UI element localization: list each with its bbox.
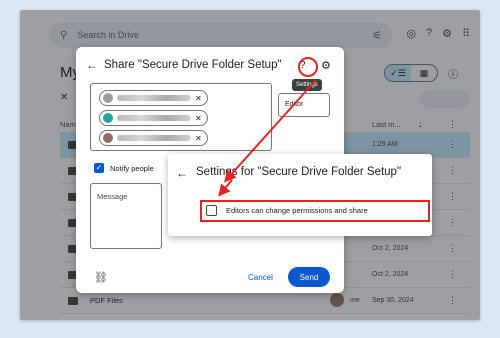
arrow-to-checkbox (218, 179, 233, 197)
annotation-arrows (218, 79, 317, 197)
arrow-gear-to-settings (223, 79, 317, 183)
